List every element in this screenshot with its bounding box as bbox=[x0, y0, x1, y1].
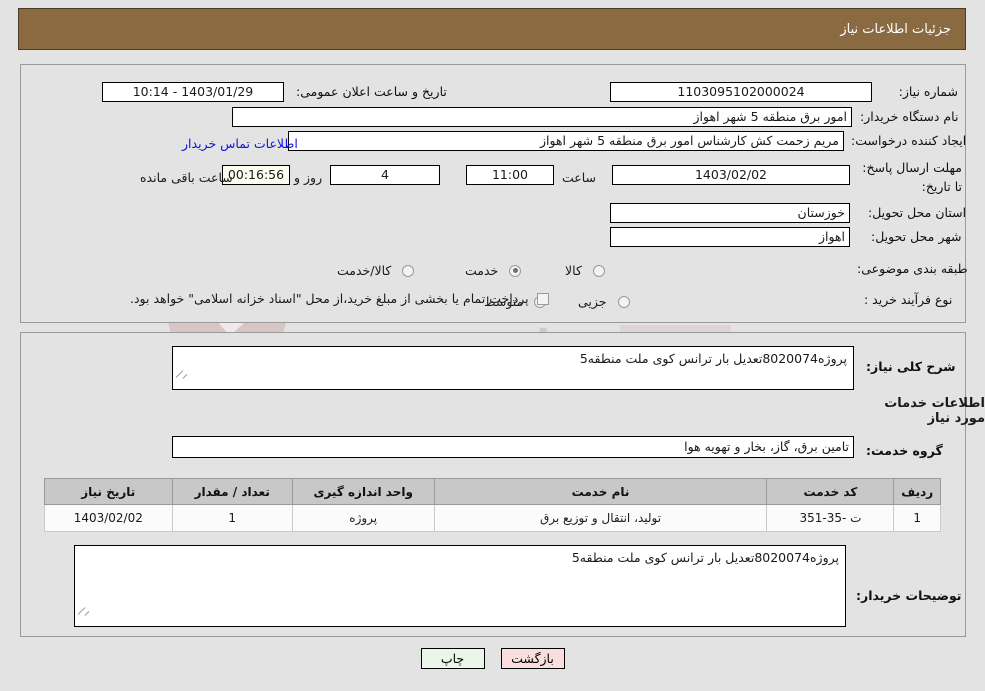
requester-field[interactable]: مریم زحمت کش کارشناس امور برق منطقه 5 شه… bbox=[288, 131, 844, 151]
deadline-label: مهلت ارسال پاسخ: تا تاریخ: bbox=[862, 160, 962, 194]
need-summary-textarea[interactable]: پروژه8020074تعدیل بار ترانس کوی ملت منطق… bbox=[172, 346, 854, 390]
requester-label: ایجاد کننده درخواست: bbox=[851, 133, 967, 148]
announce-datetime-field[interactable]: 1403/01/29 - 10:14 bbox=[102, 82, 284, 102]
cell-quantity: 1 bbox=[171, 504, 293, 532]
buyer-notes-label: توضیحات خریدار: bbox=[856, 588, 962, 603]
category-option-label-1: خدمت bbox=[465, 263, 499, 278]
category-option-label-2: کالا/خدمت bbox=[337, 263, 392, 278]
service-group-field[interactable]: تامین برق، گاز، بخار و تهویه هوا bbox=[172, 436, 854, 458]
table-row: 1 ت -35-351 تولید، انتقال و توزیع برق پر… bbox=[44, 504, 941, 532]
treasury-bond-text: پرداخت تمام یا بخشی از مبلغ خرید،از محل … bbox=[130, 291, 529, 306]
page-title: جزئیات اطلاعات نیاز bbox=[840, 21, 951, 37]
col-service-name: نام خدمت bbox=[433, 478, 768, 505]
need-number-field[interactable]: 1103095102000024 bbox=[610, 82, 872, 102]
remaining-days-label: روز و bbox=[294, 170, 323, 185]
col-service-code: کد خدمت bbox=[766, 478, 895, 505]
delivery-province-field[interactable]: خوزستان bbox=[610, 203, 850, 223]
delivery-province-label: استان محل تحویل: bbox=[868, 205, 967, 220]
category-option-khedmat[interactable]: خدمت bbox=[465, 260, 522, 279]
buyer-org-label: نام دستگاه خریدار: bbox=[860, 109, 959, 124]
resize-grip-icon[interactable] bbox=[175, 370, 188, 387]
buyer-notes-textarea[interactable]: پروژه8020074تعدیل بار ترانس کوی ملت منطق… bbox=[74, 545, 846, 627]
col-need-date: تاریخ نیاز bbox=[44, 478, 173, 505]
subject-category-label: طبقه بندی موضوعی: bbox=[857, 261, 968, 276]
delivery-city-label: شهر محل تحویل: bbox=[871, 229, 962, 244]
announce-datetime-label: تاریخ و ساعت اعلان عمومی: bbox=[296, 84, 447, 99]
remaining-days-field[interactable]: 4 bbox=[330, 165, 440, 185]
action-button-bar: بازگشت چاپ bbox=[0, 648, 985, 669]
cell-service-code: ت -35-351 bbox=[766, 504, 895, 532]
col-quantity: تعداد / مقدار bbox=[171, 478, 293, 505]
col-row-no: ردیف bbox=[893, 478, 941, 505]
col-unit: واحد اندازه گیری bbox=[291, 478, 435, 505]
delivery-city-field[interactable]: اهواز bbox=[610, 227, 850, 247]
services-section-heading: اطلاعات خدمات مورد نیاز bbox=[884, 396, 985, 426]
deadline-date-field[interactable]: 1403/02/02 bbox=[612, 165, 850, 185]
radio-kala-khedmat-icon[interactable] bbox=[402, 264, 415, 277]
buyer-notes-resize-grip-icon[interactable] bbox=[77, 607, 90, 624]
buyer-org-field[interactable]: امور برق منطقه 5 شهر اهواز bbox=[232, 107, 852, 127]
purchase-process-label: نوع فرآیند خرید : bbox=[864, 292, 953, 307]
process-option-jozei[interactable]: جزیی bbox=[578, 291, 630, 310]
treasury-checkbox[interactable] bbox=[536, 292, 549, 305]
need-details-panel bbox=[20, 64, 966, 323]
services-table: ردیف کد خدمت نام خدمت واحد اندازه گیری ت… bbox=[44, 478, 941, 532]
category-option-kala[interactable]: کالا bbox=[565, 260, 605, 279]
page-title-bar: جزئیات اطلاعات نیاز bbox=[18, 8, 966, 50]
radio-khedmat-icon[interactable] bbox=[509, 264, 522, 277]
need-number-label: شماره نیاز: bbox=[898, 84, 958, 99]
back-button[interactable]: بازگشت bbox=[500, 648, 565, 669]
print-button[interactable]: چاپ bbox=[420, 648, 485, 669]
deadline-hour-label: ساعت bbox=[562, 170, 597, 185]
radio-jozei-icon[interactable] bbox=[617, 295, 630, 308]
need-summary-value: پروژه8020074تعدیل بار ترانس کوی ملت منطق… bbox=[579, 351, 847, 366]
process-option-label-0: جزیی bbox=[578, 294, 607, 309]
buyer-contact-link[interactable]: اطلاعات تماس خریدار bbox=[182, 136, 298, 151]
category-option-kala-khedmat[interactable]: کالا/خدمت bbox=[337, 260, 415, 279]
category-option-label-0: کالا bbox=[565, 263, 582, 278]
cell-need-date: 1403/02/02 bbox=[44, 504, 173, 532]
cell-row-no: 1 bbox=[893, 504, 941, 532]
table-header-row: ردیف کد خدمت نام خدمت واحد اندازه گیری ت… bbox=[44, 478, 941, 505]
radio-kala-icon[interactable] bbox=[592, 264, 605, 277]
countdown-timer-label: ساعت باقی مانده bbox=[140, 170, 233, 185]
service-group-label: گروه خدمت: bbox=[866, 443, 943, 458]
buyer-notes-value: پروژه8020074تعدیل بار ترانس کوی ملت منطق… bbox=[571, 550, 839, 565]
treasury-bond-option[interactable]: پرداخت تمام یا بخشی از مبلغ خرید،از محل … bbox=[130, 291, 549, 306]
cell-service-name: تولید، انتقال و توزیع برق bbox=[433, 504, 768, 532]
need-summary-label: شرح کلی نیاز: bbox=[866, 359, 956, 374]
cell-unit: پروژه bbox=[291, 504, 435, 532]
deadline-time-field[interactable]: 11:00 bbox=[466, 165, 554, 185]
